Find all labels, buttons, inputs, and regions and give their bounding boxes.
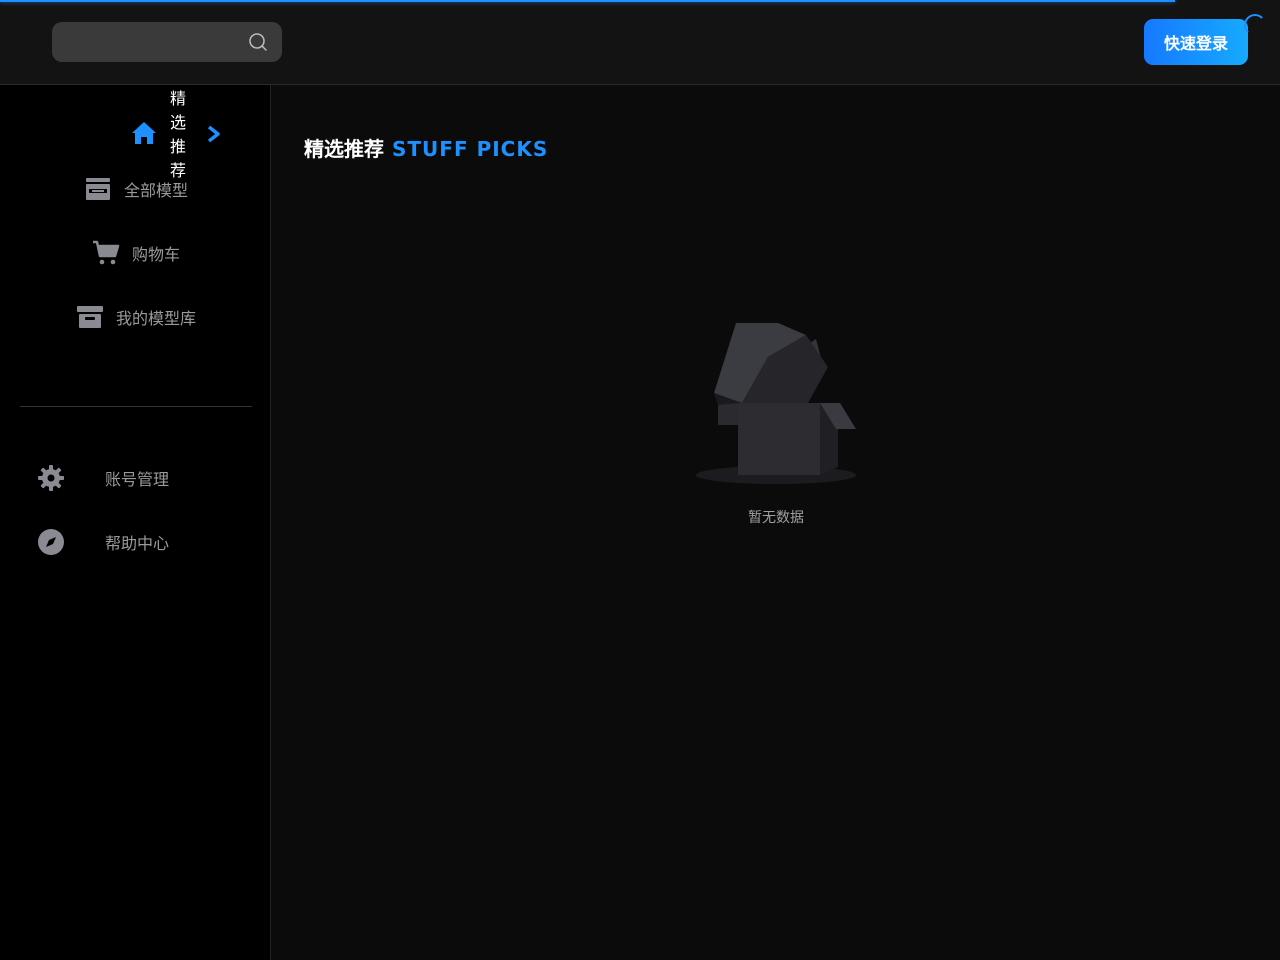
empty-box-icon [696, 323, 856, 484]
top-bar: 快速登录 [0, 0, 1280, 85]
main-content: 精选推荐 STUFF PICKS 暂无数据 [272, 85, 1280, 960]
compass-icon [38, 529, 64, 555]
sidebar-divider [20, 406, 252, 407]
sidebar-item-cart[interactable]: 购物车 [92, 239, 180, 267]
store-icon [86, 178, 110, 200]
chevron-right-icon [207, 125, 220, 143]
sidebar-item-label: 购物车 [132, 245, 181, 264]
loading-progress-bar [0, 0, 1176, 2]
sidebar-item-account-settings[interactable]: 账号管理 [37, 464, 169, 492]
empty-state: 暂无数据 [688, 317, 864, 527]
archive-icon [77, 306, 103, 328]
sidebar-item-all-models[interactable]: 全部模型 [84, 175, 188, 203]
sidebar-item-label: 账号管理 [105, 470, 170, 489]
sidebar-item-help-center[interactable]: 帮助中心 [37, 528, 169, 556]
search-input[interactable] [52, 22, 242, 62]
sidebar: 精选推荐 全部模型 购物车 我的模型库 账号管理 帮助中心 [0, 85, 271, 960]
empty-state-text: 暂无数据 [748, 510, 804, 526]
sidebar-item-my-library[interactable]: 我的模型库 [76, 303, 196, 331]
page-title-cn: 精选推荐 [304, 137, 384, 161]
sidebar-item-label: 帮助中心 [105, 534, 170, 553]
search-icon[interactable] [248, 32, 268, 52]
sidebar-item-label: 精选推荐 [170, 89, 187, 180]
gear-icon [38, 465, 64, 491]
quick-login-button[interactable]: 快速登录 [1144, 19, 1248, 65]
cart-icon [93, 240, 120, 265]
page-title: 精选推荐 STUFF PICKS [304, 133, 548, 162]
sidebar-item-label: 全部模型 [124, 181, 189, 200]
sidebar-item-featured[interactable]: 精选推荐 [128, 85, 238, 185]
search-box[interactable] [52, 22, 282, 62]
page-title-en: STUFF PICKS [392, 137, 549, 161]
sidebar-item-label: 我的模型库 [116, 309, 197, 328]
loading-spinner-icon [1244, 14, 1266, 36]
home-icon [132, 122, 156, 144]
